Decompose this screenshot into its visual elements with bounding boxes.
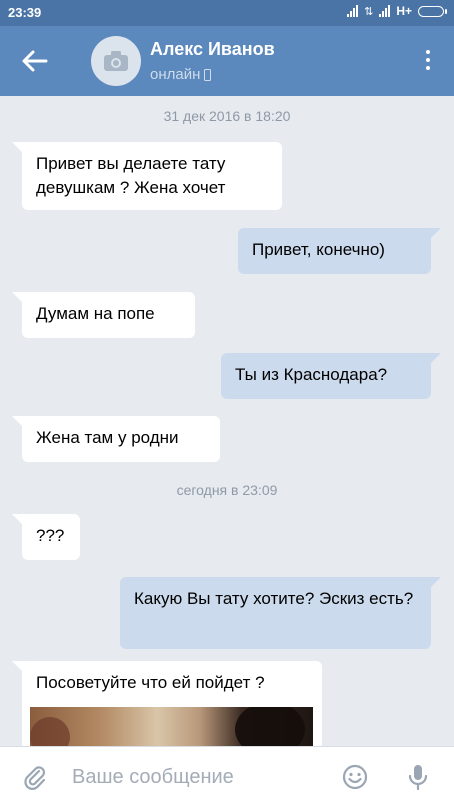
smile-icon[interactable] [342,764,368,790]
message-outgoing[interactable]: Какую Вы тату хотите? Эскиз есть? [120,577,441,649]
message-incoming[interactable]: Думам на попе [12,292,195,338]
message-input[interactable]: Ваше сообщение [72,766,234,789]
microphone-icon[interactable] [405,763,431,791]
status-time: 23:39 [8,5,42,20]
message-incoming[interactable]: Жена там у родни [12,416,220,462]
network-type: H+ [396,4,412,18]
battery-icon [418,5,447,17]
mobile-phone-icon [204,68,212,81]
avatar[interactable] [91,36,141,86]
arrow-left-icon[interactable] [20,48,50,74]
presence-status: онлайн [150,66,212,83]
photo-attachment[interactable] [30,707,313,746]
signal-icon-2 [379,5,391,17]
paperclip-icon[interactable] [22,764,48,790]
signal-icon [347,5,359,17]
message-list[interactable]: 31 дек 2016 в 18:20 Привет вы делаете та… [0,96,454,746]
status-indicators: ⇅ H+ [347,4,447,18]
camera-icon [104,51,128,71]
status-bar: 23:39 ⇅ H+ [0,0,454,26]
more-vertical-icon[interactable] [424,50,432,74]
message-outgoing[interactable]: Привет, конечно) [238,228,441,274]
date-separator: сегодня в 23:09 [176,482,278,498]
message-incoming[interactable]: Привет вы делаете тату девушкам ? Жена х… [12,142,282,210]
data-arrows-icon: ⇅ [364,5,374,18]
message-input-bar: Ваше сообщение [0,746,454,807]
message-incoming[interactable]: ??? [12,514,80,560]
presence-label: онлайн [150,66,201,83]
message-incoming-with-photo[interactable]: Посоветуйте что ей пойдет ? [12,661,322,746]
chat-header: Алекс Иванов онлайн [0,26,454,96]
message-outgoing[interactable]: Ты из Краснодара? [221,353,441,399]
date-separator: 31 дек 2016 в 18:20 [163,108,291,124]
contact-name[interactable]: Алекс Иванов [150,39,275,60]
message-text: Посоветуйте что ей пойдет ? [36,673,265,692]
